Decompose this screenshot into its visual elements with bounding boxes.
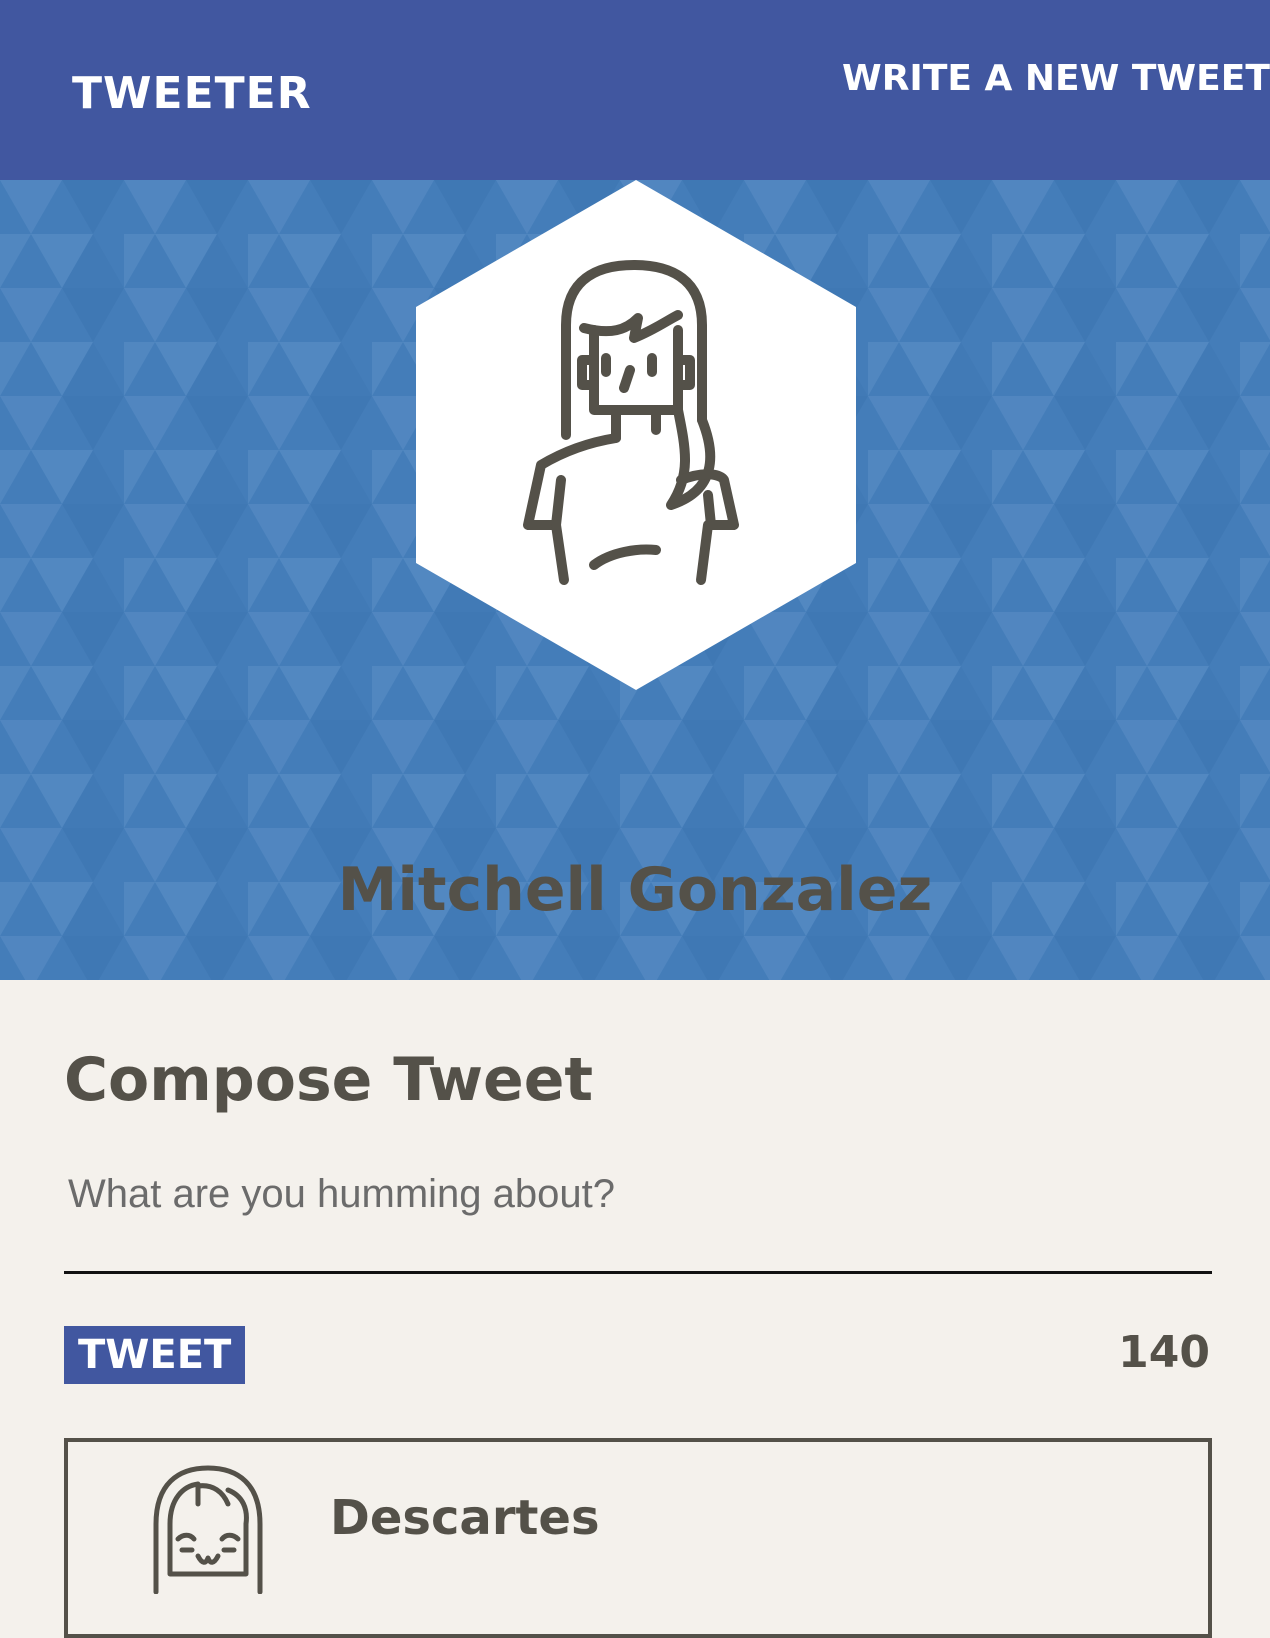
- character-counter: 140: [1118, 1327, 1210, 1378]
- tweet-input[interactable]: [64, 1164, 1212, 1274]
- profile-user-name: Mitchell Gonzalez: [337, 854, 933, 925]
- write-new-tweet-link[interactable]: Write a new tweet: [842, 58, 1270, 99]
- brand-logo-text[interactable]: Tweeter: [72, 68, 312, 119]
- top-navbar: Tweeter Write a new tweet: [0, 0, 1270, 180]
- tweet-submit-button[interactable]: Tweet: [64, 1326, 246, 1384]
- girl-avatar-icon: [153, 1465, 263, 1594]
- tweet-author-name: Descartes: [330, 1490, 600, 1546]
- compose-tweet-section: Compose Tweet Tweet 140: [64, 1040, 1212, 1384]
- tweet-card: Descartes: [64, 1438, 1212, 1638]
- profile-avatar: [416, 180, 856, 690]
- profile-header: Mitchell Gonzalez: [0, 180, 1270, 980]
- compose-title: Compose Tweet: [64, 1045, 594, 1115]
